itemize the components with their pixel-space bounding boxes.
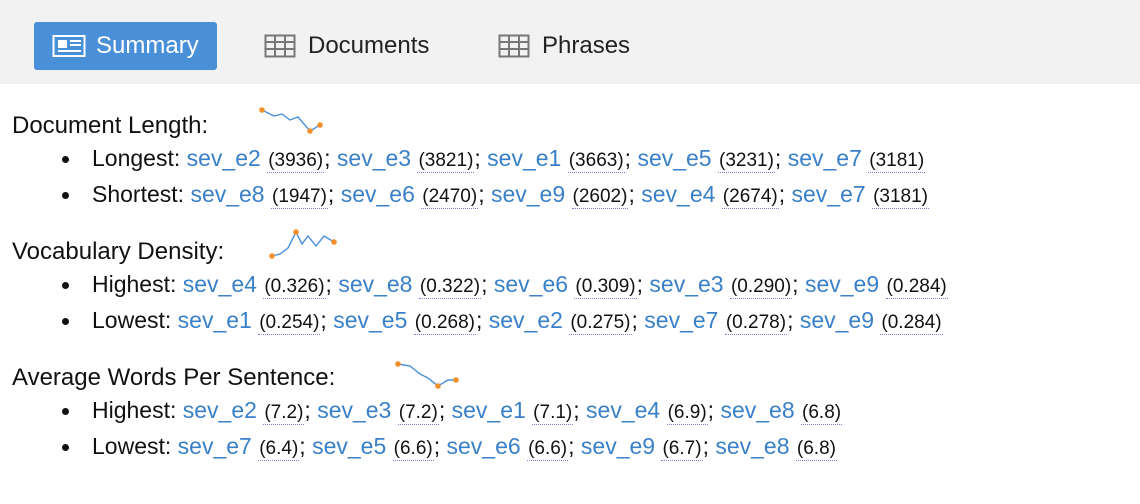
document-link[interactable]: sev_e9 bbox=[581, 433, 655, 459]
table-icon bbox=[498, 33, 530, 59]
document-link[interactable]: sev_e4 bbox=[586, 397, 660, 423]
value-tooltip[interactable]: (6.7) bbox=[661, 438, 703, 461]
document-link[interactable]: sev_e3 bbox=[649, 271, 723, 297]
document-link[interactable]: sev_e7 bbox=[644, 307, 718, 333]
section-heading: Vocabulary Density: bbox=[12, 226, 1140, 266]
document-link[interactable]: sev_e7 bbox=[178, 433, 252, 459]
value-tooltip[interactable]: (0.268) bbox=[413, 312, 476, 335]
list-item: Lowest: sev_e1 (0.254); sev_e5 (0.268); … bbox=[12, 302, 1140, 338]
document-link[interactable]: sev_e7 bbox=[792, 181, 866, 207]
document-link[interactable]: sev_e2 bbox=[183, 397, 257, 423]
newspaper-icon bbox=[52, 33, 86, 59]
section-title: Vocabulary Density: bbox=[12, 238, 225, 265]
value-tooltip[interactable]: (0.322) bbox=[418, 276, 482, 299]
document-link[interactable]: sev_e6 bbox=[494, 271, 568, 297]
tab-summary[interactable]: Summary bbox=[34, 22, 217, 70]
document-link[interactable]: sev_e2 bbox=[187, 145, 261, 171]
value-tooltip[interactable]: (6.8) bbox=[801, 402, 843, 425]
value-tooltip[interactable]: (0.290) bbox=[729, 276, 793, 299]
document-length-section: Document Length: Longest: sev_e2 (3936);… bbox=[12, 100, 1140, 212]
value-tooltip[interactable]: (3181) bbox=[872, 186, 929, 209]
list-item: Shortest: sev_e8 (1947); sev_e6 (2470); … bbox=[12, 176, 1140, 212]
document-link[interactable]: sev_e5 bbox=[637, 145, 711, 171]
row-label: Highest: bbox=[92, 397, 177, 423]
value-tooltip[interactable]: (6.9) bbox=[666, 402, 708, 425]
tab-label: Summary bbox=[96, 32, 199, 59]
document-link[interactable]: sev_e1 bbox=[178, 307, 252, 333]
tab-label: Phrases bbox=[542, 32, 631, 59]
value-tooltip[interactable]: (1947) bbox=[271, 186, 328, 209]
document-link[interactable]: sev_e5 bbox=[333, 307, 407, 333]
value-tooltip[interactable]: (3663) bbox=[567, 150, 625, 173]
list-item: Longest: sev_e2 (3936); sev_e3 (3821); s… bbox=[12, 140, 1140, 176]
section-heading: Average Words Per Sentence: bbox=[12, 352, 1140, 392]
tab-documents[interactable]: Documents bbox=[264, 22, 429, 70]
document-link[interactable]: sev_e1 bbox=[452, 397, 526, 423]
value-tooltip[interactable]: (0.275) bbox=[569, 312, 632, 335]
value-tooltip[interactable]: (6.8) bbox=[795, 438, 837, 461]
value-tooltip[interactable]: (7.2) bbox=[397, 402, 439, 425]
sparkline bbox=[269, 229, 337, 259]
value-tooltip[interactable]: (2674) bbox=[721, 186, 779, 209]
summary-panel: Document Length: Longest: sev_e2 (3936);… bbox=[12, 100, 1140, 478]
list-item: Highest: sev_e4 (0.326); sev_e8 (0.322);… bbox=[12, 266, 1140, 302]
document-link[interactable]: sev_e6 bbox=[341, 181, 415, 207]
row-label: Lowest: bbox=[92, 433, 172, 459]
document-link[interactable]: sev_e8 bbox=[720, 397, 794, 423]
value-tooltip[interactable]: (0.278) bbox=[724, 312, 788, 335]
document-link[interactable]: sev_e2 bbox=[489, 307, 563, 333]
document-link[interactable]: sev_e8 bbox=[338, 271, 412, 297]
section-heading: Document Length: bbox=[12, 100, 1140, 140]
value-tooltip[interactable]: (0.254) bbox=[258, 312, 321, 335]
section-title: Document Length: bbox=[12, 112, 209, 139]
table-icon bbox=[264, 33, 296, 59]
value-tooltip[interactable]: (0.309) bbox=[574, 276, 637, 299]
value-tooltip[interactable]: (2602) bbox=[571, 186, 629, 209]
tab-phrases[interactable]: Phrases bbox=[498, 22, 630, 70]
row-label: Highest: bbox=[92, 271, 177, 297]
list-item: Lowest: sev_e7 (6.4); sev_e5 (6.6); sev_… bbox=[12, 428, 1140, 464]
value-tooltip[interactable]: (2470) bbox=[421, 186, 479, 209]
row-label: Lowest: bbox=[92, 307, 172, 333]
document-link[interactable]: sev_e7 bbox=[788, 145, 862, 171]
document-link[interactable]: sev_e8 bbox=[715, 433, 789, 459]
value-tooltip[interactable]: (7.2) bbox=[263, 402, 305, 425]
sparkline bbox=[395, 361, 459, 389]
value-tooltip[interactable]: (7.1) bbox=[532, 402, 574, 425]
document-link[interactable]: sev_e9 bbox=[491, 181, 565, 207]
document-link[interactable]: sev_e9 bbox=[805, 271, 879, 297]
value-tooltip[interactable]: (3936) bbox=[267, 150, 325, 173]
tab-bar: Summary Documents Phrases bbox=[0, 0, 1140, 84]
list-item: Highest: sev_e2 (7.2); sev_e3 (7.2); sev… bbox=[12, 392, 1140, 428]
document-link[interactable]: sev_e6 bbox=[447, 433, 521, 459]
value-tooltip[interactable]: (6.6) bbox=[392, 438, 434, 461]
document-link[interactable]: sev_e8 bbox=[190, 181, 264, 207]
value-tooltip[interactable]: (0.284) bbox=[880, 312, 943, 335]
document-link[interactable]: sev_e4 bbox=[183, 271, 257, 297]
value-tooltip[interactable]: (6.6) bbox=[527, 438, 569, 461]
value-tooltip[interactable]: (3231) bbox=[718, 150, 775, 173]
row-label: Longest: bbox=[92, 145, 181, 171]
row-label: Shortest: bbox=[92, 181, 185, 207]
document-link[interactable]: sev_e1 bbox=[487, 145, 561, 171]
sparkline bbox=[259, 107, 323, 134]
value-tooltip[interactable]: (3821) bbox=[417, 150, 475, 173]
value-tooltip[interactable]: (6.4) bbox=[258, 438, 300, 461]
document-link[interactable]: sev_e4 bbox=[641, 181, 715, 207]
document-link[interactable]: sev_e3 bbox=[317, 397, 391, 423]
document-link[interactable]: sev_e9 bbox=[800, 307, 874, 333]
value-tooltip[interactable]: (0.284) bbox=[885, 276, 948, 299]
document-link[interactable]: sev_e3 bbox=[337, 145, 411, 171]
value-tooltip[interactable]: (3181) bbox=[868, 150, 926, 173]
value-tooltip[interactable]: (0.326) bbox=[263, 276, 326, 299]
tab-label: Documents bbox=[308, 32, 430, 59]
average-words-section: Average Words Per Sentence: Highest: sev… bbox=[12, 352, 1140, 464]
vocabulary-density-section: Vocabulary Density: Highest: sev_e4 (0.3… bbox=[12, 226, 1140, 338]
section-title: Average Words Per Sentence: bbox=[12, 364, 336, 391]
document-link[interactable]: sev_e5 bbox=[312, 433, 386, 459]
